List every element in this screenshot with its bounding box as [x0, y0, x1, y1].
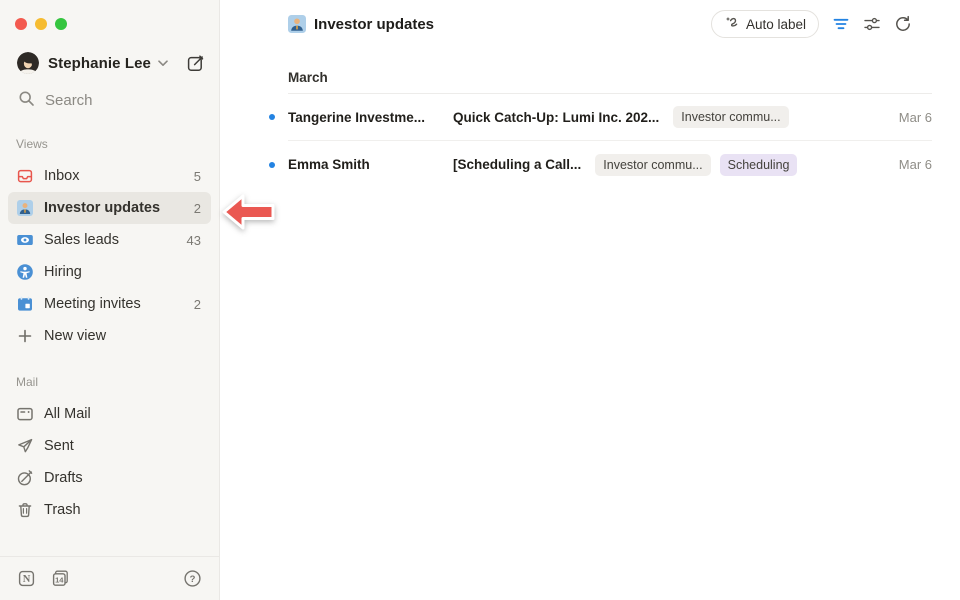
sidebar-footer: N 14 ? [0, 556, 219, 600]
email-sender: Emma Smith [288, 157, 453, 172]
sidebar: Stephanie Lee Search Vie [0, 0, 220, 600]
investor-emoji-icon [288, 15, 306, 33]
mail-section: Mail All Mail [8, 372, 211, 526]
svg-text:14: 14 [55, 576, 64, 585]
envelope-icon [16, 405, 34, 423]
sidebar-item-label: Inbox [44, 168, 184, 184]
plus-icon [16, 327, 34, 345]
view-header: Investor updates Auto label [221, 0, 960, 48]
unread-count-badge: 43 [187, 233, 201, 248]
auto-label-button[interactable]: Auto label [711, 10, 819, 38]
tag-scheduling: Scheduling [720, 154, 798, 176]
sidebar-item-label: Investor updates [44, 200, 184, 216]
sidebar-item-label: Drafts [44, 470, 201, 486]
group-header: March [288, 48, 932, 94]
sidebar-item-label: New view [44, 328, 191, 344]
auto-label-wand-icon [724, 15, 740, 34]
email-row[interactable]: Emma Smith [Scheduling a Call... Investo… [288, 141, 932, 188]
compose-icon[interactable] [186, 54, 205, 73]
sidebar-item-label: Trash [44, 502, 201, 518]
new-view-button[interactable]: New view [8, 320, 211, 352]
search-placeholder: Search [45, 92, 93, 109]
sidebar-item-label: Meeting invites [44, 296, 184, 312]
sliders-icon[interactable] [863, 15, 881, 33]
chevron-down-icon [158, 60, 168, 67]
sidebar-item-sales-leads[interactable]: Sales leads 43 [8, 224, 211, 256]
email-date: Mar 6 [899, 157, 932, 172]
sidebar-item-label: Hiring [44, 264, 191, 280]
sidebar-item-drafts[interactable]: Drafts [8, 462, 211, 494]
minimize-window-button[interactable] [35, 18, 47, 30]
sidebar-item-hiring[interactable]: Hiring [8, 256, 211, 288]
zoom-window-button[interactable] [55, 18, 67, 30]
paper-plane-icon [16, 437, 34, 455]
calendar-icon [16, 295, 34, 313]
email-subject: [Scheduling a Call... [453, 157, 581, 172]
tag-investor-communications: Investor commu... [595, 154, 710, 176]
sidebar-item-investor-updates[interactable]: Investor updates 2 [8, 192, 211, 224]
account-switcher[interactable]: Stephanie Lee [17, 50, 205, 76]
views-section-label: Views [8, 134, 211, 154]
sidebar-item-trash[interactable]: Trash [8, 494, 211, 526]
tag-investor-communications: Investor commu... [673, 106, 788, 128]
unread-count-badge: 5 [194, 169, 201, 184]
main-pane: Investor updates Auto label [221, 0, 960, 600]
person-circle-icon [16, 263, 34, 281]
notion-logo-icon[interactable]: N [17, 569, 36, 588]
avatar [17, 52, 39, 74]
window-controls [15, 18, 67, 30]
filter-icon[interactable] [832, 15, 850, 33]
sidebar-nav: Views Inbox 5 [8, 134, 211, 526]
banknote-icon [16, 231, 34, 249]
help-icon[interactable]: ? [183, 569, 202, 588]
mail-section-label: Mail [8, 372, 211, 392]
email-sender: Tangerine Investme... [288, 110, 453, 125]
email-row[interactable]: Tangerine Investme... Quick Catch-Up: Lu… [288, 94, 932, 141]
unread-count-badge: 2 [194, 201, 201, 216]
sidebar-item-meeting-invites[interactable]: Meeting invites 2 [8, 288, 211, 320]
unread-dot [269, 114, 275, 120]
auto-label-label: Auto label [746, 17, 806, 32]
draft-pencil-icon [16, 469, 34, 487]
email-tags: Investor commu... Scheduling [595, 154, 797, 176]
sidebar-item-label: All Mail [44, 406, 201, 422]
user-name: Stephanie Lee [48, 55, 151, 72]
search-input[interactable]: Search [18, 90, 93, 111]
svg-text:N: N [23, 574, 31, 585]
email-list: March Tangerine Investme... Quick Catch-… [288, 48, 932, 188]
investor-emoji-icon [16, 199, 34, 217]
email-date: Mar 6 [899, 110, 932, 125]
trash-icon [16, 501, 34, 519]
sidebar-item-label: Sales leads [44, 232, 177, 248]
email-subject: Quick Catch-Up: Lumi Inc. 202... [453, 110, 659, 125]
mail-app-window: Stephanie Lee Search Vie [0, 0, 960, 600]
refresh-icon[interactable] [894, 15, 912, 33]
email-tags: Investor commu... [673, 106, 788, 128]
unread-dot [269, 162, 275, 168]
sidebar-item-sent[interactable]: Sent [8, 430, 211, 462]
sidebar-item-all-mail[interactable]: All Mail [8, 398, 211, 430]
sidebar-item-inbox[interactable]: Inbox 5 [8, 160, 211, 192]
calendar-app-icon[interactable]: 14 [51, 569, 70, 588]
unread-count-badge: 2 [194, 297, 201, 312]
inbox-tray-icon [16, 167, 34, 185]
close-window-button[interactable] [15, 18, 27, 30]
sidebar-item-label: Sent [44, 438, 201, 454]
page-title: Investor updates [314, 16, 434, 33]
search-icon [18, 90, 35, 111]
svg-text:?: ? [190, 574, 196, 585]
header-actions: Auto label [711, 10, 912, 38]
group-label: March [288, 70, 328, 85]
